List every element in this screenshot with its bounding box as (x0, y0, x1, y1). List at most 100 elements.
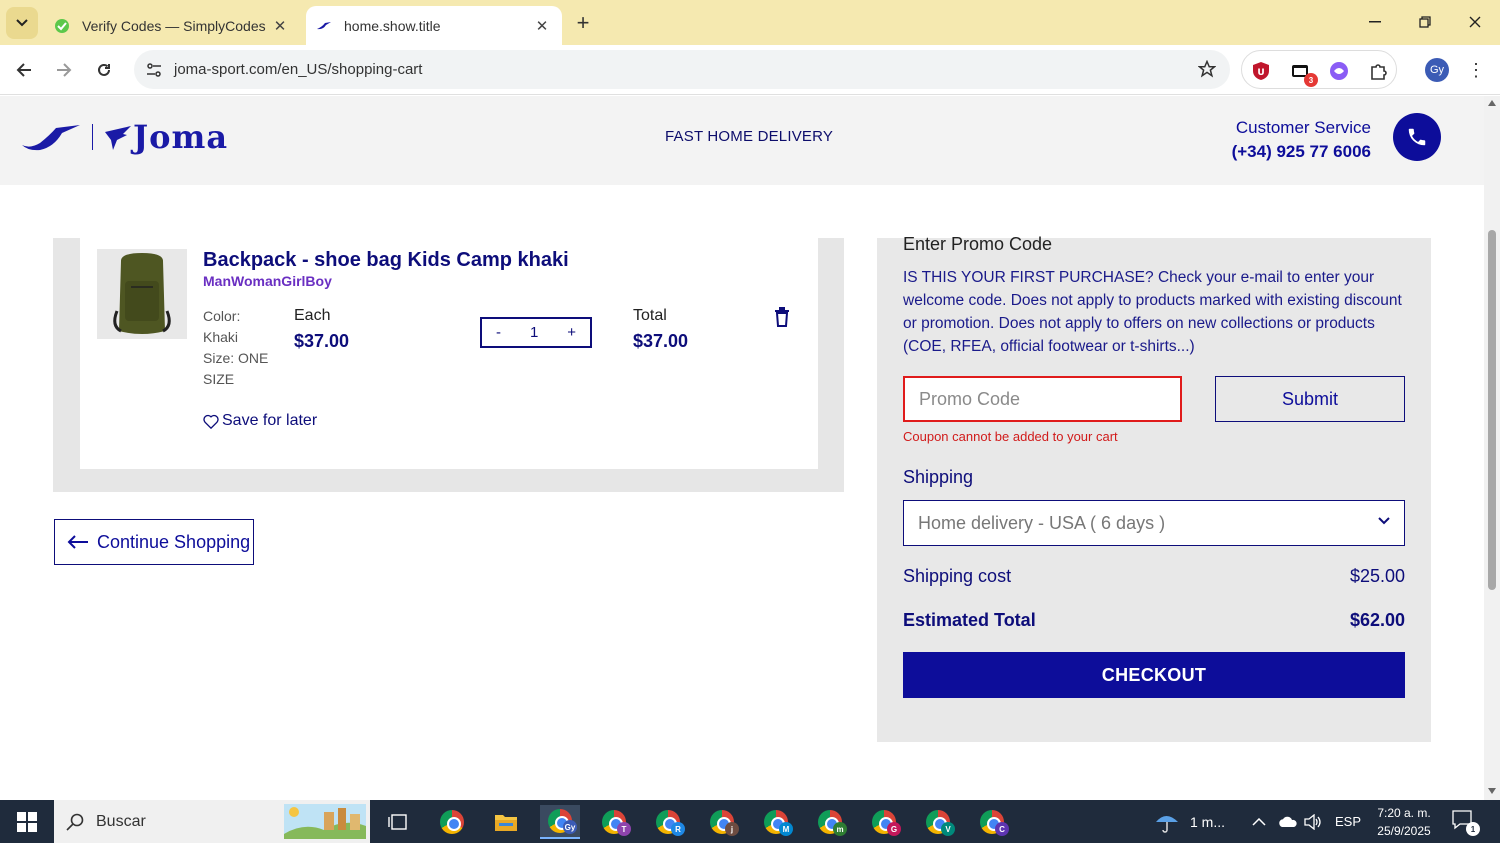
tab-verify-codes[interactable]: Verify Codes — SimplyCodes ✕ (44, 6, 300, 45)
weather-widget[interactable]: 1 m... (1154, 800, 1225, 843)
arrow-left-icon (67, 535, 88, 549)
arrow-left-icon (16, 63, 31, 77)
forward-button[interactable] (50, 56, 78, 84)
product-image[interactable] (97, 249, 187, 339)
taskbar-search-text: Buscar (96, 812, 146, 830)
chrome-taskbar-icon[interactable] (432, 805, 472, 839)
promo-code-input[interactable] (903, 376, 1182, 422)
chrome-profile-t-icon[interactable]: T (594, 805, 634, 839)
clock-time: 7:20 a. m. (1377, 806, 1431, 820)
search-icon (66, 813, 84, 831)
joma-bird-icon (105, 126, 131, 150)
size-label: Size: ONE (203, 350, 269, 366)
logo-divider (92, 124, 93, 150)
trash-icon[interactable] (773, 307, 791, 327)
ublock-extension-icon[interactable]: U (1250, 60, 1272, 82)
chrome-profile-j-icon[interactable]: j (702, 805, 742, 839)
profile-badge: Gy (563, 820, 577, 834)
profile-badge: M (779, 822, 793, 836)
quantity-value[interactable]: 1 (530, 324, 538, 341)
chrome-profile-gy-icon[interactable]: Gy (540, 805, 580, 839)
shipping-cost-row: Shipping cost $25.00 (903, 566, 1405, 587)
reload-button[interactable] (90, 56, 118, 84)
browser-menu-icon[interactable]: ⋮ (1466, 58, 1486, 82)
customer-service-phone[interactable]: (+34) 925 77 6006 (1232, 142, 1371, 162)
profile-badge: T (617, 822, 631, 836)
product-attributes: Color: Khaki Size: ONE SIZE (203, 306, 283, 390)
shipping-method-select[interactable]: Home delivery - USA ( 6 days ) (903, 500, 1405, 546)
window-close-icon[interactable] (1455, 8, 1495, 36)
size-value: SIZE (203, 371, 235, 387)
address-bar[interactable]: joma-sport.com/en_US/shopping-cart (134, 50, 1230, 89)
profile-badge: C (995, 822, 1009, 836)
profile-badge: m (833, 822, 847, 836)
shipping-cost-value: $25.00 (1349, 566, 1405, 586)
fast-delivery-banner: FAST HOME DELIVERY (665, 128, 834, 145)
chrome-profile-v-icon[interactable]: V (918, 805, 958, 839)
chrome-profile-m2-icon[interactable]: m (810, 805, 850, 839)
promo-error-message: Coupon cannot be added to your cart (903, 429, 1118, 444)
chrome-profile-m-icon[interactable]: M (756, 805, 796, 839)
scroll-thumb[interactable] (1488, 230, 1496, 590)
purple-extension-icon[interactable] (1328, 60, 1350, 82)
cart-item-card (80, 238, 818, 469)
windows-logo-icon (17, 811, 37, 832)
tabs-extension-icon[interactable]: 3 (1290, 60, 1318, 87)
task-view-icon[interactable] (378, 805, 418, 839)
tab-close-icon[interactable]: ✕ (268, 14, 292, 38)
bookmark-star-icon[interactable] (1197, 59, 1217, 83)
tab-search-button[interactable] (6, 7, 38, 39)
each-label: Each (294, 307, 331, 324)
page-scrollbar[interactable] (1484, 96, 1500, 800)
checkout-button[interactable]: CHECKOUT (903, 652, 1405, 698)
profile-avatar[interactable]: Gy (1425, 58, 1449, 82)
scroll-down-icon[interactable] (1487, 786, 1497, 796)
customer-service: Customer Service (+34) 925 77 6006 (1232, 118, 1371, 162)
call-button[interactable] (1393, 113, 1441, 161)
new-tab-button[interactable]: + (570, 10, 596, 36)
puzzle-extensions-icon[interactable] (1368, 60, 1390, 82)
minimize-icon[interactable] (1355, 8, 1395, 36)
product-name[interactable]: Backpack - shoe bag Kids Camp khaki (203, 249, 569, 272)
scroll-up-icon[interactable] (1487, 98, 1497, 108)
chevron-up-icon (1252, 817, 1266, 826)
umbrella-rain-icon (1156, 815, 1178, 833)
save-for-later-button[interactable]: Save for later (203, 412, 317, 430)
continue-shopping-label: Continue Shopping (97, 531, 251, 552)
show-hidden-icons-button[interactable] (1252, 800, 1266, 843)
chrome-profile-g-icon[interactable]: G (864, 805, 904, 839)
back-button[interactable] (10, 56, 38, 84)
profile-badge: R (671, 822, 685, 836)
tab-joma[interactable]: home.show.title ✕ (306, 6, 562, 45)
shipping-label: Shipping (903, 467, 974, 487)
browser-toolbar: joma-sport.com/en_US/shopping-cart U 3 G… (0, 45, 1500, 95)
browser-tab-bar: Verify Codes — SimplyCodes ✕ home.show.t… (0, 0, 1500, 45)
notification-center-icon[interactable]: 1 (1452, 810, 1480, 836)
customer-service-label: Customer Service (1235, 118, 1371, 137)
chrome-profile-c-icon[interactable]: C (972, 805, 1012, 839)
quantity-stepper: - 1 + (480, 317, 592, 348)
file-explorer-icon[interactable] (486, 805, 526, 839)
volume-icon[interactable] (1304, 800, 1322, 843)
estimated-total-row: Estimated Total $62.00 (903, 610, 1405, 631)
taskbar-search[interactable]: Buscar (54, 800, 370, 843)
language-indicator[interactable]: ESP (1335, 800, 1361, 843)
restore-icon[interactable] (1405, 8, 1445, 36)
continue-shopping-button[interactable]: Continue Shopping (54, 519, 254, 565)
start-button[interactable] (0, 800, 54, 843)
joma-logo[interactable]: Joma (20, 118, 228, 156)
product-gender: ManWomanGirlBoy (203, 273, 332, 289)
chrome-profile-r-icon[interactable]: R (648, 805, 688, 839)
url-text: joma-sport.com/en_US/shopping-cart (174, 61, 423, 78)
site-info-icon[interactable] (138, 62, 170, 78)
promo-submit-button[interactable]: Submit (1215, 376, 1405, 422)
onedrive-icon[interactable] (1278, 800, 1298, 843)
quantity-decrease-button[interactable]: - (496, 324, 501, 341)
tab-title: home.show.title (344, 17, 441, 34)
quantity-increase-button[interactable]: + (567, 324, 576, 341)
windows-taskbar: Buscar Gy T R j M m G V C 1 m... ESP 7:2… (0, 800, 1500, 843)
logo-text: Joma (133, 118, 229, 156)
taskbar-clock[interactable]: 7:20 a. m. 25/9/2025 (1368, 804, 1440, 840)
clock-date: 25/9/2025 (1377, 824, 1431, 838)
tab-close-icon[interactable]: ✕ (530, 14, 554, 38)
